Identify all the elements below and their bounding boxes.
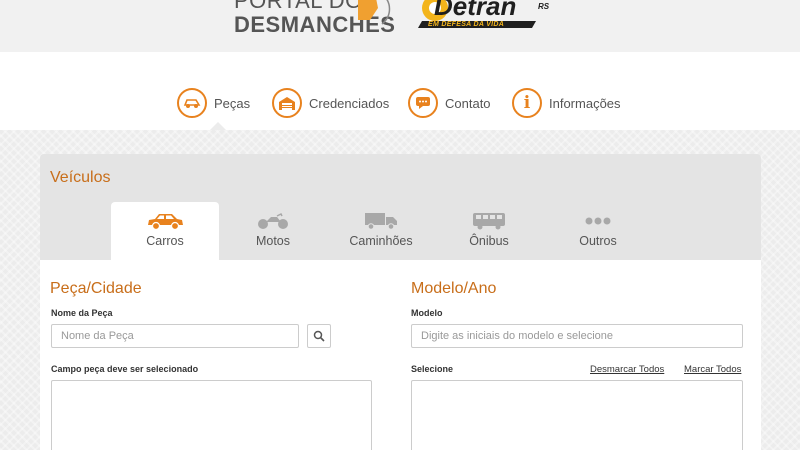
select-all-link[interactable]: Marcar Todos	[684, 364, 741, 375]
bus-icon	[473, 213, 505, 230]
tab-label-caminhoes: Caminhões	[349, 234, 413, 248]
truck-icon	[365, 213, 397, 230]
nav-label-contato: Contato	[445, 95, 491, 111]
detran-name: Detran	[434, 0, 517, 21]
main-nav: Peças Credenciados Contato i Informações	[0, 52, 800, 130]
motorcycle-icon	[258, 212, 288, 229]
model-label: Modelo	[411, 308, 443, 318]
detran-state: RS	[538, 2, 550, 11]
model-input[interactable]	[411, 324, 743, 348]
tab-caminhoes[interactable]: Caminhões	[327, 202, 435, 260]
tab-label-carros: Carros	[146, 234, 184, 248]
model-select-label: Selecione	[411, 364, 454, 374]
unselect-all-link[interactable]: Desmarcar Todos	[590, 364, 664, 375]
tab-carros[interactable]: Carros	[111, 202, 219, 260]
garage-icon	[272, 88, 302, 118]
part-city-listbox[interactable]	[51, 380, 372, 450]
part-name-input[interactable]	[51, 324, 299, 348]
site-header: PORTAL DOS DESMANCHES Detran RS EM DEFES…	[0, 0, 800, 52]
model-year-title: Modelo/Ano	[411, 280, 497, 297]
panel-title: Veículos	[50, 169, 111, 186]
nav-active-caret	[210, 122, 226, 130]
car-icon	[148, 214, 183, 230]
tab-label-motos: Motos	[255, 234, 291, 248]
nav-label-informacoes: Informações	[549, 95, 621, 111]
part-select-label: Campo peça deve ser selecionado	[51, 364, 199, 374]
tab-outros[interactable]: Outros	[544, 202, 652, 260]
part-city-title: Peça/Cidade	[50, 280, 142, 297]
car-parts-icon	[177, 88, 207, 118]
search-form: Peça/Cidade Nome da Peça Campo peça deve…	[40, 260, 761, 450]
detran-logo[interactable]: Detran RS EM DEFESA DA VIDA	[418, 0, 558, 30]
detran-slogan: EM DEFESA DA VIDA	[428, 21, 505, 28]
part-name-label: Nome da Peça	[51, 308, 113, 318]
chat-bubble-icon	[408, 88, 438, 118]
nav-item-credenciados[interactable]: Credenciados	[272, 88, 389, 118]
tab-onibus[interactable]: Ônibus	[435, 202, 543, 260]
nav-item-informacoes[interactable]: i Informações	[512, 88, 621, 118]
vehicles-panel: Veículos Carros Motos Caminhões Ônibus O…	[40, 154, 761, 450]
nav-item-contato[interactable]: Contato	[408, 88, 491, 118]
tab-label-onibus: Ônibus	[469, 234, 509, 248]
nav-label-credenciados: Credenciados	[309, 95, 390, 111]
tab-label-outros: Outros	[579, 234, 617, 248]
search-icon	[313, 330, 325, 342]
portal-logo-icon	[358, 0, 391, 25]
part-search-button[interactable]	[307, 324, 331, 348]
model-year-listbox[interactable]	[411, 380, 743, 450]
nav-label-pecas: Peças	[214, 95, 251, 111]
info-icon: i	[512, 88, 542, 118]
nav-item-pecas[interactable]: Peças	[177, 88, 250, 118]
more-dots-icon	[585, 217, 611, 225]
tab-motos[interactable]: Motos	[219, 202, 327, 260]
